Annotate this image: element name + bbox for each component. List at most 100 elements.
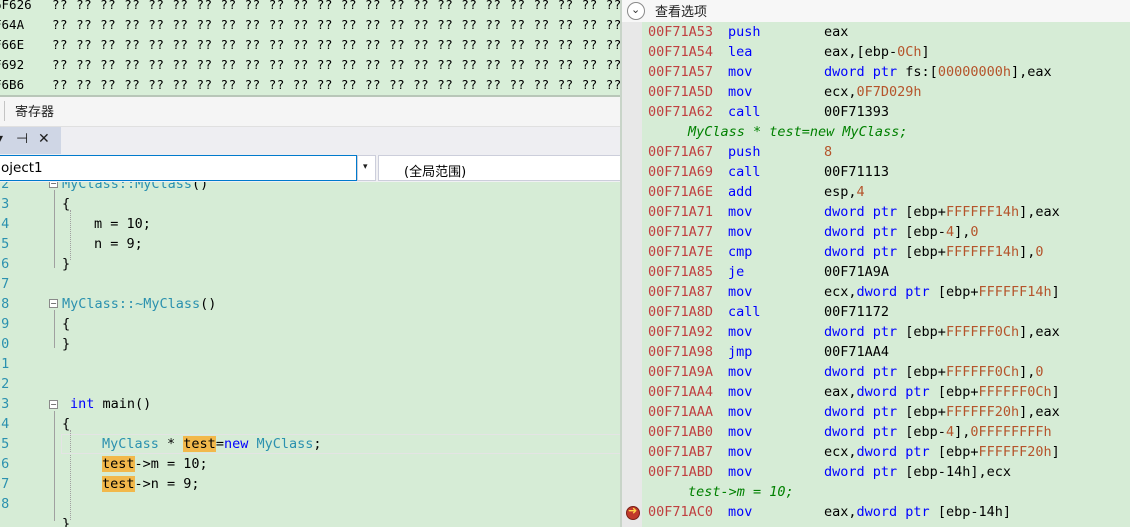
asm-line[interactable]: 00F71A7E cmp dword ptr [ebp+FFFFFF14h],0 [642, 242, 1130, 262]
code-line[interactable]: 28 MyClass::~MyClass() [0, 294, 621, 314]
source-line[interactable]: test->m = 10; [642, 482, 1130, 502]
asm-mnemonic: jmp [728, 344, 753, 360]
code-text: MyClass * test=new MyClass; [102, 436, 322, 452]
memory-address: F692 [0, 57, 25, 72]
line-number: 22 [0, 182, 10, 192]
source-text: MyClass * test=new MyClass; [688, 124, 908, 140]
code-line[interactable]: 36 test->m = 10; [0, 454, 621, 474]
asm-operands: dword ptr [ebp+FFFFFF0Ch],eax [824, 324, 1060, 340]
line-number: 38 [0, 496, 10, 512]
asm-line[interactable]: 00F71A71 mov dword ptr [ebp+FFFFFF14h],eax [642, 202, 1130, 222]
source-line[interactable]: MyClass * test=new MyClass; [642, 122, 1130, 142]
line-number: 24 [0, 216, 10, 232]
arrow-right-icon: ➜ [628, 504, 638, 517]
line-number: 35 [0, 436, 10, 452]
asm-operands: 00F71AA4 [824, 344, 890, 360]
asm-line[interactable]: 00F71A67 push 8 [642, 142, 1130, 162]
memory-row[interactable]: F692 ?? ?? ?? ?? ?? ?? ?? ?? ?? ?? ?? ??… [0, 55, 621, 75]
code-line[interactable]: 33 int main() [0, 394, 621, 414]
asm-line[interactable]: 00F71A92 mov dword ptr [ebp+FFFFFF0Ch],eax [642, 322, 1130, 342]
code-line[interactable]: 37 test->n = 9; [0, 474, 621, 494]
asm-operands: ecx,dword ptr [ebp+FFFFFF14h] [824, 284, 1060, 300]
current-instruction-breakpoint-icon[interactable]: ➜ [626, 504, 640, 520]
asm-line[interactable]: 00F71A98 jmp 00F71AA4 [642, 342, 1130, 362]
asm-line[interactable]: 00F71AA4 mov eax,dword ptr [ebp+FFFFFF0Ch] [642, 382, 1130, 402]
asm-line[interactable]: 00F71A9A mov dword ptr [ebp+FFFFFF0Ch],0 [642, 362, 1130, 382]
asm-line[interactable]: 00F71A85 je 00F71A9A [642, 262, 1130, 282]
code-line[interactable]: 22 MyClass::MyClass() [0, 182, 621, 194]
line-number: 33 [0, 396, 10, 412]
view-options-toggle[interactable]: ⌄ [627, 2, 645, 20]
asm-line[interactable]: 00F71A62 call 00F71393 [642, 102, 1130, 122]
code-line[interactable]: 24 m = 10; [0, 214, 621, 234]
asm-line[interactable]: 00F71A57 mov dword ptr fs:[00000000h],eax [642, 62, 1130, 82]
asm-line[interactable]: 00F71A6E add esp,4 [642, 182, 1130, 202]
code-line-current[interactable]: 35 MyClass * test=new MyClass; [0, 434, 621, 454]
asm-mnemonic: call [728, 104, 761, 120]
asm-line[interactable]: 00F71A53 push eax [642, 22, 1130, 42]
memory-bytes: ?? ?? ?? ?? ?? ?? ?? ?? ?? ?? ?? ?? ?? ?… [52, 0, 621, 12]
code-text: int main() [70, 396, 152, 412]
memory-row[interactable]: F6B6 ?? ?? ?? ?? ?? ?? ?? ?? ?? ?? ?? ??… [0, 75, 621, 95]
asm-address: 00F71A69 [648, 164, 714, 180]
asm-mnemonic: cmp [728, 244, 753, 260]
scope-dropdown[interactable]: (全局范围) [378, 155, 621, 181]
registers-tab[interactable]: 寄存器 [0, 97, 621, 127]
asm-mnemonic: push [728, 144, 761, 160]
asm-line[interactable]: 00F71A8D call 00F71172 [642, 302, 1130, 322]
code-line[interactable]: } [0, 514, 621, 527]
breakpoint-gutter[interactable] [622, 22, 642, 527]
code-line[interactable]: 25 n = 9; [0, 234, 621, 254]
asm-line[interactable]: 00F71AAA mov dword ptr [ebp+FFFFFF20h],eax [642, 402, 1130, 422]
disassembly-listing[interactable]: 00F71A53 push eax 00F71A54 lea eax,[ebp-0Ch] 0… [642, 22, 1130, 527]
asm-operands: 00F71172 [824, 304, 890, 320]
memory-bytes: ?? ?? ?? ?? ?? ?? ?? ?? ?? ?? ?? ?? ?? ?… [52, 77, 621, 92]
memory-row[interactable]: F66E ?? ?? ?? ?? ?? ?? ?? ?? ?? ?? ?? ??… [0, 35, 621, 55]
project-dropdown-button[interactable]: ▾ [357, 155, 376, 181]
asm-address: 00F71AB0 [648, 424, 714, 440]
code-line[interactable]: 26 } [0, 254, 621, 274]
asm-line[interactable]: 00F71AB7 mov ecx,dword ptr [ebp+FFFFFF20h] [642, 442, 1130, 462]
code-text: { [62, 316, 71, 332]
memory-row[interactable]: F64A ?? ?? ?? ?? ?? ?? ?? ?? ?? ?? ?? ??… [0, 15, 621, 35]
line-number: 25 [0, 236, 10, 252]
close-icon[interactable]: ✕ [38, 131, 50, 147]
pin-icon[interactable]: ⊣ [16, 131, 28, 147]
code-line[interactable]: 29 { [0, 314, 621, 334]
view-options-bar[interactable]: ⌄ 查看选项 [622, 0, 1130, 22]
asm-mnemonic: mov [728, 444, 753, 460]
project-dropdown[interactable]: oject1 [0, 155, 357, 181]
asm-operands: dword ptr [ebp+FFFFFF14h],0 [824, 244, 1044, 260]
asm-mnemonic: mov [728, 384, 753, 400]
asm-mnemonic: call [728, 164, 761, 180]
code-line[interactable]: 38 [0, 494, 621, 514]
asm-mnemonic: mov [728, 324, 753, 340]
asm-line[interactable]: 00F71A77 mov dword ptr [ebp-4],0 [642, 222, 1130, 242]
asm-line[interactable]: 00F71A69 call 00F71113 [642, 162, 1130, 182]
asm-line[interactable]: 00F71A87 mov ecx,dword ptr [ebp+FFFFFF14h] [642, 282, 1130, 302]
asm-mnemonic: mov [728, 504, 753, 520]
editor-tab-strip [0, 127, 621, 155]
asm-address: 00F71A53 [648, 24, 714, 40]
code-line[interactable]: 32 [0, 374, 621, 394]
code-editor[interactable]: − − − 22 MyClass::MyClass() 23 { 24 m = … [0, 182, 621, 527]
asm-line[interactable]: 00F71A5D mov ecx,0F7D029h [642, 82, 1130, 102]
asm-operands: dword ptr fs:[00000000h],eax [824, 64, 1052, 80]
asm-operands: dword ptr [ebp-4],0 [824, 224, 979, 240]
code-text: MyClass::MyClass() [62, 182, 209, 192]
asm-operands: dword ptr [ebp-4],0FFFFFFFFh [824, 424, 1052, 440]
code-line[interactable]: 27 [0, 274, 621, 294]
code-line[interactable]: 30 } [0, 334, 621, 354]
asm-address: 00F71A9A [648, 364, 714, 380]
asm-line[interactable]: 00F71AB0 mov dword ptr [ebp-4],0FFFFFFFFh [642, 422, 1130, 442]
code-line[interactable]: 23 { [0, 194, 621, 214]
memory-row[interactable]: 6F626 ?? ?? ?? ?? ?? ?? ?? ?? ?? ?? ?? ?… [0, 0, 621, 15]
asm-operands: dword ptr [ebp-14h],ecx [824, 464, 1011, 480]
asm-line[interactable]: 00F71AC0 mov eax,dword ptr [ebp-14h] [642, 502, 1130, 522]
asm-line[interactable]: 00F71ABD mov dword ptr [ebp-14h],ecx [642, 462, 1130, 482]
window-position-icon[interactable]: ▾ [0, 131, 3, 147]
code-line[interactable]: 34 { [0, 414, 621, 434]
code-line[interactable]: 31 [0, 354, 621, 374]
asm-address: 00F71A5D [648, 84, 714, 100]
asm-line[interactable]: 00F71A54 lea eax,[ebp-0Ch] [642, 42, 1130, 62]
